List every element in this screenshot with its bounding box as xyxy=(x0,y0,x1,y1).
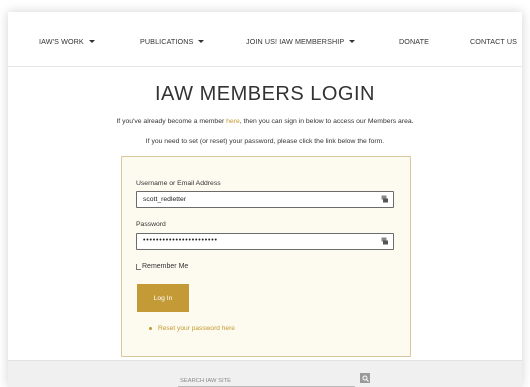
password-value: ••••••••••••••••••••••• xyxy=(143,237,218,244)
remember-me-checkbox[interactable] xyxy=(136,264,141,270)
main-nav: IAW'S WORK PUBLICATIONS JOIN US! IAW MEM… xyxy=(8,12,522,67)
username-label: Username or Email Address xyxy=(136,180,221,187)
remember-me[interactable]: Remember Me xyxy=(136,263,188,270)
password-manager-icon[interactable] xyxy=(381,195,388,203)
password-label: Password xyxy=(136,221,166,228)
nav-item-label: PUBLICATIONS xyxy=(140,37,194,46)
nav-item-label: IAW'S WORK xyxy=(39,37,84,46)
nav-item-label: CONTACT US xyxy=(470,37,518,46)
reset-password-link[interactable]: Reset your password here xyxy=(158,325,235,332)
nav-item-contact-us[interactable]: CONTACT US xyxy=(470,37,517,46)
reset-password-item: Reset your password here xyxy=(149,325,235,332)
search-input[interactable] xyxy=(178,375,355,387)
login-form: Username or Email Address scott_redlette… xyxy=(121,156,411,357)
footer xyxy=(8,360,522,387)
username-value: scott_redletter xyxy=(143,195,187,203)
nav-item-iaws-work[interactable]: IAW'S WORK xyxy=(39,37,95,46)
nav-item-publications[interactable]: PUBLICATIONS xyxy=(140,37,205,46)
password-field[interactable]: ••••••••••••••••••••••• xyxy=(136,233,394,250)
page-frame: IAW'S WORK PUBLICATIONS JOIN US! IAW MEM… xyxy=(8,12,522,387)
intro-text: If you've already become a member here, … xyxy=(8,118,522,125)
nav-item-label: JOIN US! IAW MEMBERSHIP xyxy=(246,37,345,46)
username-field[interactable]: scott_redletter xyxy=(136,191,394,208)
reset-instructions: If you need to set (or reset) your passw… xyxy=(145,138,385,145)
nav-item-join-us[interactable]: JOIN US! IAW MEMBERSHIP xyxy=(246,37,356,46)
login-button[interactable]: Log In xyxy=(137,284,189,312)
remember-me-label: Remember Me xyxy=(142,263,189,270)
search-icon xyxy=(362,375,369,382)
nav-item-label: DONATE xyxy=(399,37,430,46)
chevron-down-icon xyxy=(198,40,205,43)
password-manager-icon[interactable] xyxy=(381,237,388,245)
search-button[interactable] xyxy=(360,373,370,383)
bullet-icon xyxy=(149,327,152,330)
membership-link[interactable]: here xyxy=(226,118,240,125)
intro-text-end: , then you can sign in below to access o… xyxy=(239,118,414,125)
chevron-down-icon xyxy=(88,40,95,43)
chevron-down-icon xyxy=(349,40,356,43)
nav-item-donate[interactable]: DONATE xyxy=(399,37,429,46)
intro-text-start: If you've already become a member xyxy=(116,118,227,125)
page-title: IAW MEMBERS LOGIN xyxy=(154,83,375,105)
